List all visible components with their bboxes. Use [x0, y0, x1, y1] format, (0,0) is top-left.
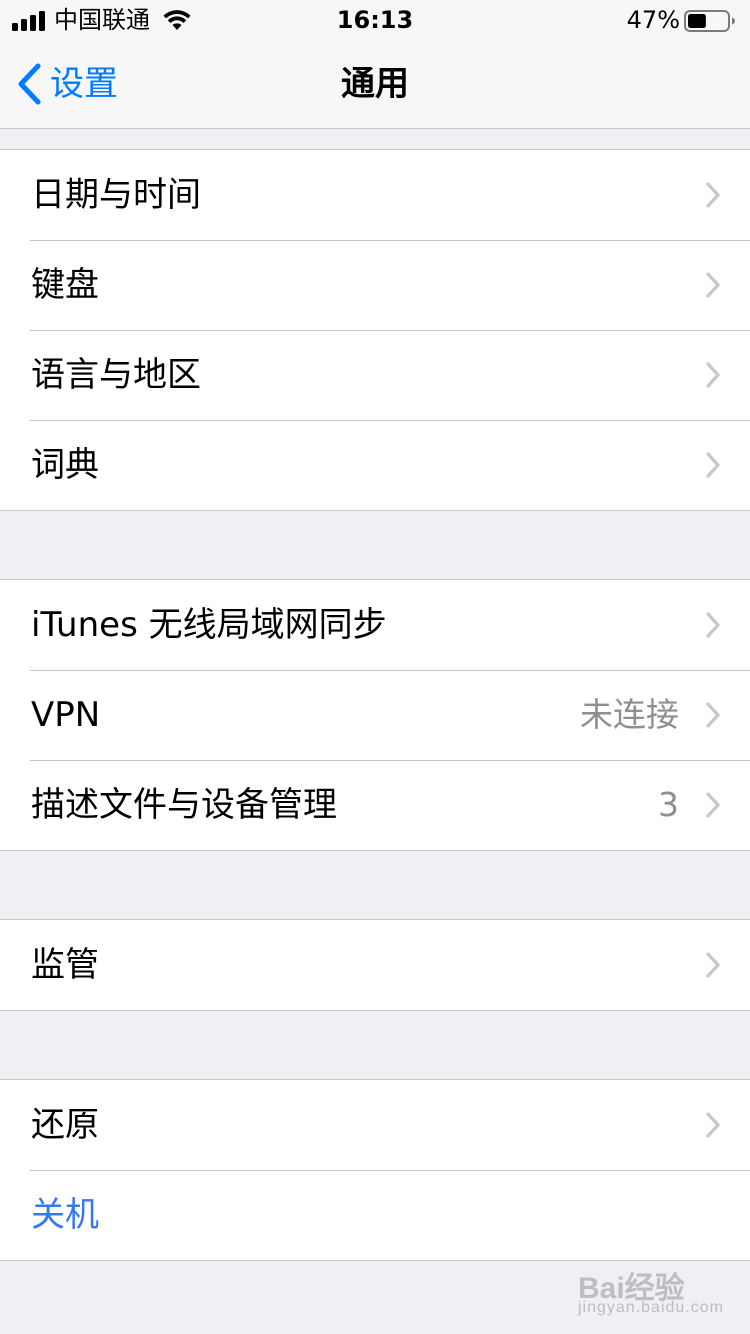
- chevron-right-icon: [706, 792, 720, 818]
- row-reset[interactable]: 还原: [0, 1080, 750, 1170]
- row-date-time[interactable]: 日期与时间: [0, 150, 750, 240]
- settings-group-4: 还原 关机: [0, 1079, 750, 1261]
- shutdown-button[interactable]: 关机: [0, 1170, 750, 1260]
- shutdown-label: 关机: [31, 1195, 99, 1235]
- chevron-right-icon: [706, 362, 720, 388]
- row-profiles-device-management[interactable]: 描述文件与设备管理 3: [0, 760, 750, 850]
- row-dictionary[interactable]: 词典: [0, 420, 750, 510]
- chevron-right-icon: [706, 182, 720, 208]
- row-itunes-wifi-sync[interactable]: iTunes 无线局域网同步: [0, 580, 750, 670]
- chevron-right-icon: [706, 1112, 720, 1138]
- row-vpn[interactable]: VPN 未连接: [0, 670, 750, 760]
- chevron-right-icon: [706, 702, 720, 728]
- baidu-jingyan-watermark: Bai经验 jingyan.baidu.com: [578, 1255, 728, 1321]
- row-label: 键盘: [31, 265, 99, 305]
- row-label: 描述文件与设备管理: [31, 785, 337, 825]
- row-label: 语言与地区: [31, 355, 201, 395]
- row-supervision[interactable]: 监管: [0, 920, 750, 1010]
- chevron-right-icon: [706, 452, 720, 478]
- chevron-right-icon: [706, 612, 720, 638]
- row-keyboard[interactable]: 键盘: [0, 240, 750, 330]
- profiles-count-value: 3: [658, 785, 679, 824]
- settings-group-1: 日期与时间 键盘 语言与地区 词典: [0, 149, 750, 511]
- navigation-bar: 设置 通用: [0, 40, 750, 129]
- battery-percent: 47%: [626, 6, 680, 34]
- settings-group-3: 监管: [0, 919, 750, 1011]
- settings-group-2: iTunes 无线局域网同步 VPN 未连接 描述文件与设备管理 3: [0, 579, 750, 851]
- row-label: 日期与时间: [31, 175, 201, 215]
- row-label: 监管: [31, 945, 99, 985]
- vpn-status-value: 未连接: [580, 695, 679, 734]
- row-label: iTunes 无线局域网同步: [31, 605, 387, 645]
- row-label: 词典: [31, 445, 99, 485]
- watermark-url: jingyan.baidu.com: [578, 1299, 724, 1316]
- row-language-region[interactable]: 语言与地区: [0, 330, 750, 420]
- battery-icon: [684, 10, 735, 32]
- chevron-right-icon: [706, 272, 720, 298]
- chevron-right-icon: [706, 952, 720, 978]
- page-title: 通用: [341, 64, 409, 104]
- status-bar: 中国联通 16:13 47%: [0, 0, 750, 40]
- row-label: 还原: [31, 1105, 99, 1145]
- row-label: VPN: [31, 695, 101, 735]
